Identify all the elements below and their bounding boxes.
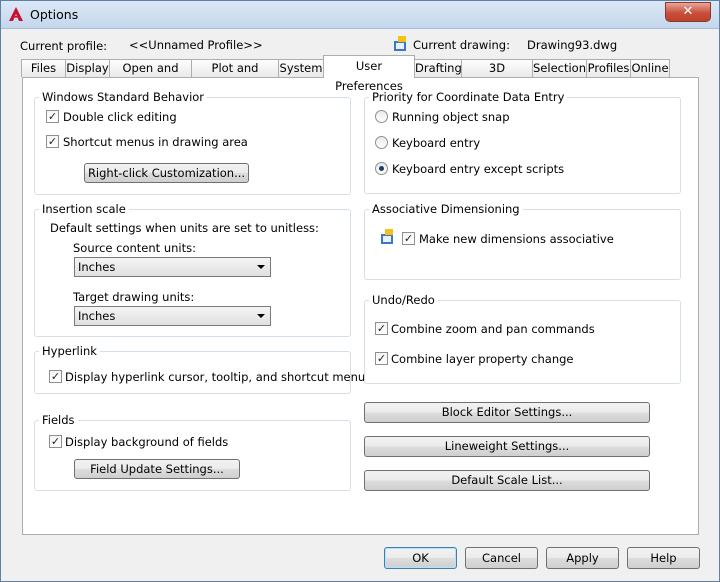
field-update-settings-button[interactable]: Field Update Settings... [74,459,240,479]
source-units-value: Inches [78,260,116,274]
ok-button[interactable]: OK [384,547,457,569]
options-dialog: Options ✕ Current profile: <<Unnamed Pro… [0,0,720,582]
shortcut-menus-checkbox[interactable]: ✓ [46,135,59,148]
windows-behavior-title: Windows Standard Behavior [39,90,208,104]
insertion-desc: Default settings when units are set to u… [50,221,319,235]
source-units-select[interactable]: Inches [74,257,271,277]
undo-redo-title: Undo/Redo [369,293,438,307]
target-units-value: Inches [78,309,116,323]
fields-title: Fields [39,413,78,427]
assoc-dim-title: Associative Dimensioning [369,202,523,216]
title-bar[interactable]: Options ✕ [1,1,719,29]
make-new-dims-checkbox[interactable]: ✓ [402,232,415,245]
cancel-button[interactable]: Cancel [465,547,538,569]
target-units-select[interactable]: Inches [74,306,271,326]
target-units-label: Target drawing units: [73,290,195,304]
running-object-snap-radio[interactable] [375,110,388,123]
close-button[interactable]: ✕ [665,2,711,22]
make-new-dims-label: Make new dimensions associative [419,232,614,246]
lineweight-settings-button[interactable]: Lineweight Settings... [364,436,650,457]
fields-group [34,420,351,491]
user-preferences-panel: Windows Standard Behavior ✓ Double click… [22,77,699,535]
block-editor-settings-button[interactable]: Block Editor Settings... [364,402,650,423]
display-background-label: Display background of fields [65,435,229,449]
tab-files[interactable]: Files [21,59,66,77]
combine-zoom-checkbox[interactable]: ✓ [375,322,388,335]
default-scale-list-button[interactable]: Default Scale List... [364,470,650,491]
dimension-icon [381,229,393,244]
double-click-checkbox[interactable]: ✓ [46,110,59,123]
chevron-down-icon [257,265,265,269]
tab-drafting[interactable]: Drafting [414,59,462,77]
hyperlink-checkbox[interactable]: ✓ [49,370,62,383]
combine-layer-checkbox[interactable]: ✓ [375,352,388,365]
tab-3d-modeling[interactable]: 3D Modeling [461,59,533,91]
keyboard-entry-except-scripts-radio[interactable] [375,162,388,175]
shortcut-menus-label: Shortcut menus in drawing area [63,135,248,149]
source-units-label: Source content units: [73,241,196,255]
keyboard-entry-except-scripts-label: Keyboard entry except scripts [392,162,565,176]
tab-display[interactable]: Display [65,59,110,77]
drawing-icon [394,36,406,51]
hyperlink-label: Display hyperlink cursor, tooltip, and s… [65,370,366,384]
tab-online[interactable]: Online [630,59,670,77]
tab-user-preferences[interactable]: User Preferences [323,55,415,93]
right-click-customization-button[interactable]: Right-click Customization... [84,163,249,183]
tab-selection[interactable]: Selection [532,59,587,77]
window-title: Options [30,7,79,22]
keyboard-entry-radio[interactable] [375,136,388,149]
chevron-down-icon [257,314,265,318]
combine-layer-label: Combine layer property change [391,352,574,366]
tab-profiles[interactable]: Profiles [586,59,631,77]
current-drawing-value: Drawing93.dwg [527,38,618,52]
tab-open-and-save[interactable]: Open and Save [109,59,192,91]
autocad-app-icon [9,7,23,21]
keyboard-entry-label: Keyboard entry [392,136,481,150]
apply-button[interactable]: Apply [546,547,619,569]
help-button[interactable]: Help [627,547,700,569]
display-background-checkbox[interactable]: ✓ [49,435,62,448]
double-click-label: Double click editing [63,110,177,124]
tab-system[interactable]: System [278,59,324,77]
running-object-snap-label: Running object snap [392,110,510,124]
combine-zoom-label: Combine zoom and pan commands [391,322,595,336]
current-profile-label: Current profile: [20,39,108,53]
tab-plot-and-publish[interactable]: Plot and Publish [191,59,279,91]
current-profile-value: <<Unnamed Profile>> [129,38,263,52]
undo-redo-group [364,300,681,384]
hyperlink-title: Hyperlink [39,344,100,358]
current-drawing-label: Current drawing: [413,38,510,52]
insertion-scale-title: Insertion scale [39,202,129,216]
